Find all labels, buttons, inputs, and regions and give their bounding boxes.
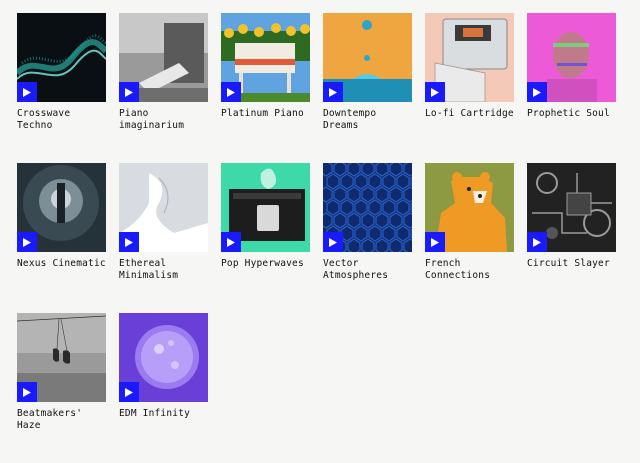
play-button[interactable] — [527, 82, 547, 102]
play-button[interactable] — [17, 232, 37, 252]
track-card[interactable]: French Connections — [425, 163, 514, 313]
track-artwork[interactable] — [17, 313, 106, 402]
play-button[interactable] — [119, 82, 139, 102]
play-icon — [125, 237, 133, 247]
track-artwork[interactable] — [527, 163, 616, 252]
track-artwork[interactable] — [17, 163, 106, 252]
track-artwork[interactable] — [323, 163, 412, 252]
track-card[interactable]: Piano imaginarium — [119, 13, 208, 163]
play-icon — [329, 87, 337, 97]
track-title: Nexus Cinematic — [17, 258, 106, 269]
track-title: Piano imaginarium — [119, 108, 185, 131]
track-artwork[interactable] — [425, 13, 514, 102]
track-card[interactable]: EDM Infinity — [119, 313, 208, 463]
track-title: Vector Atmospheres — [323, 258, 389, 281]
track-title: French Connections — [425, 258, 491, 281]
track-artwork[interactable] — [323, 13, 412, 102]
track-artwork[interactable] — [119, 13, 208, 102]
track-artwork[interactable] — [425, 163, 514, 252]
track-artwork[interactable] — [119, 163, 208, 252]
track-card[interactable]: Ethereal Minimalism — [119, 163, 208, 313]
play-button[interactable] — [527, 232, 547, 252]
play-button[interactable] — [17, 382, 37, 402]
play-icon — [431, 237, 439, 247]
track-card[interactable]: Beatmakers' Haze — [17, 313, 106, 463]
track-title: Platinum Piano — [221, 108, 304, 119]
track-card[interactable]: Nexus Cinematic — [17, 163, 106, 313]
track-title: Pop Hyperwaves — [221, 258, 304, 269]
track-card[interactable]: Platinum Piano — [221, 13, 310, 163]
track-artwork[interactable] — [221, 13, 310, 102]
play-button[interactable] — [119, 382, 139, 402]
play-icon — [227, 237, 235, 247]
play-icon — [23, 237, 31, 247]
track-card[interactable]: Vector Atmospheres — [323, 163, 412, 313]
play-icon — [329, 237, 337, 247]
play-icon — [125, 87, 133, 97]
track-card[interactable]: Downtempo Dreams — [323, 13, 412, 163]
play-button[interactable] — [323, 232, 343, 252]
track-title: Ethereal Minimalism — [119, 258, 179, 281]
play-icon — [125, 387, 133, 397]
play-icon — [227, 87, 235, 97]
play-button[interactable] — [221, 232, 241, 252]
track-artwork[interactable] — [17, 13, 106, 102]
track-grid: Crosswave Techno Piano imaginarium Plati… — [17, 13, 616, 463]
track-title: Lo-fi Cartridge — [425, 108, 514, 119]
play-icon — [23, 387, 31, 397]
track-artwork[interactable] — [119, 313, 208, 402]
play-icon — [533, 87, 541, 97]
track-title: Downtempo Dreams — [323, 108, 377, 131]
play-button[interactable] — [425, 232, 445, 252]
play-icon — [23, 87, 31, 97]
play-button[interactable] — [119, 232, 139, 252]
play-icon — [431, 87, 439, 97]
play-button[interactable] — [425, 82, 445, 102]
track-artwork[interactable] — [221, 163, 310, 252]
track-card[interactable]: Pop Hyperwaves — [221, 163, 310, 313]
track-title: EDM Infinity — [119, 408, 191, 419]
track-card[interactable]: Lo-fi Cartridge — [425, 13, 514, 163]
track-title: Beatmakers' Haze — [17, 408, 83, 431]
track-title: Crosswave Techno — [17, 108, 71, 131]
track-card[interactable]: Prophetic Soul — [527, 13, 616, 163]
track-title: Circuit Slayer — [527, 258, 610, 269]
play-button[interactable] — [221, 82, 241, 102]
track-card[interactable]: Crosswave Techno — [17, 13, 106, 163]
track-title: Prophetic Soul — [527, 108, 610, 119]
track-artwork[interactable] — [527, 13, 616, 102]
play-icon — [533, 237, 541, 247]
play-button[interactable] — [17, 82, 37, 102]
track-card[interactable]: Circuit Slayer — [527, 163, 616, 313]
play-button[interactable] — [323, 82, 343, 102]
